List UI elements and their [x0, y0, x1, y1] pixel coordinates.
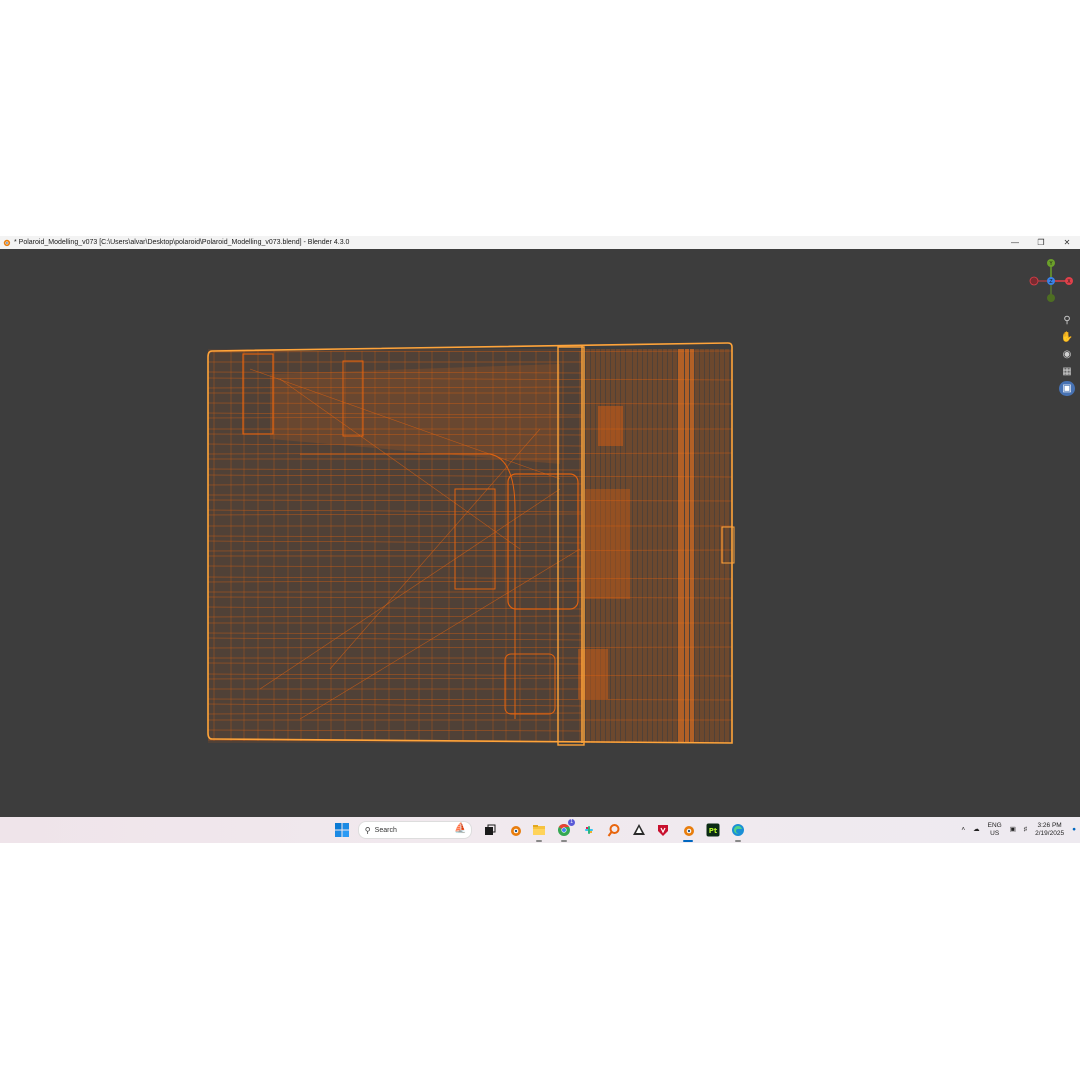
gizmo-z-label: Z: [1049, 279, 1053, 285]
blender-window: * Polaroid_Modelling_v073 [C:\Users\alva…: [0, 236, 1080, 817]
valorant-button[interactable]: [654, 821, 672, 839]
file-explorer-icon: [533, 825, 546, 835]
grid-button[interactable]: ▦: [1059, 364, 1075, 379]
clock-time: 3:26 PM: [1037, 822, 1062, 829]
camera-icon: ◉: [1062, 349, 1072, 360]
minimize-button[interactable]: —: [1002, 236, 1028, 249]
wireframe-model[interactable]: [0, 249, 1080, 817]
search-highlight-icon: ⛵: [454, 823, 467, 834]
window-title: * Polaroid_Modelling_v073 [C:\Users\alva…: [14, 239, 350, 246]
close-button[interactable]: ✕: [1054, 236, 1080, 249]
zbrush-button[interactable]: [605, 821, 623, 839]
pan-button[interactable]: ✋: [1059, 330, 1075, 345]
start-button[interactable]: [333, 821, 351, 839]
language-code: ENG: [987, 822, 1002, 829]
notification-bell-icon[interactable]: ●: [1072, 826, 1076, 834]
blender-taskbar-button[interactable]: [506, 821, 524, 839]
slack-button[interactable]: [580, 821, 598, 839]
svg-text:Pt: Pt: [709, 827, 718, 835]
volume-icon[interactable]: ♯: [1024, 826, 1027, 834]
system-tray: ˄ ☁ ENG US ▣ ♯ 3:26 PM 2/19/2025 ●: [957, 817, 1080, 843]
blender-icon: [510, 826, 521, 836]
network-icon[interactable]: ▣: [1010, 826, 1016, 834]
slack-icon: [584, 826, 593, 834]
app-running-indicator: [536, 840, 543, 842]
gizmo-neg-y-axis[interactable]: [1047, 294, 1055, 302]
valorant-icon: [658, 825, 669, 836]
app-active-indicator: [683, 840, 694, 842]
clock[interactable]: 3:26 PM 2/19/2025: [1035, 822, 1064, 838]
title-bar[interactable]: * Polaroid_Modelling_v073 [C:\Users\alva…: [0, 236, 1080, 249]
grid-icon: ▦: [1062, 366, 1072, 377]
keyboard-layout: US: [990, 830, 1000, 837]
edge-icon: [731, 824, 744, 836]
substance-painter-icon: Pt: [706, 823, 720, 837]
restore-button[interactable]: ❐: [1028, 236, 1054, 249]
gizmo-x-label: X: [1067, 279, 1071, 285]
inkscape-button[interactable]: [630, 821, 648, 839]
3d-viewport[interactable]: Y X Z ⚲ ✋ ◉ ▦ ▣: [0, 249, 1080, 817]
app-running-indicator: [561, 840, 568, 842]
blender-logo-icon: [3, 239, 11, 247]
zoom-button[interactable]: ⚲: [1059, 313, 1075, 328]
notification-badge: 1: [568, 819, 576, 826]
edge-button[interactable]: [729, 821, 747, 842]
gizmo-neg-x-axis[interactable]: [1029, 276, 1039, 286]
task-view-button[interactable]: [481, 821, 499, 839]
task-view-icon: [484, 824, 496, 835]
navigation-tools: ⚲ ✋ ◉ ▦ ▣: [1059, 313, 1075, 398]
restore-icon: ❐: [1037, 238, 1045, 247]
inkscape-icon: [632, 824, 645, 835]
pan-hand-icon: ✋: [1060, 332, 1074, 343]
onedrive-icon[interactable]: ☁: [973, 826, 980, 834]
windows-taskbar: ⚲ Search ⛵ 1 Pt ˄ ☁ ENG US ▣ ♯ 3:26 PM 2…: [0, 817, 1080, 843]
minimize-icon: —: [1011, 238, 1019, 247]
zoom-icon: ⚲: [1063, 315, 1071, 326]
chevron-up-icon[interactable]: ˄: [961, 826, 965, 834]
clock-date: 2/19/2025: [1035, 830, 1065, 837]
start-icon: [335, 823, 349, 837]
language-indicator[interactable]: ENG US: [988, 822, 1002, 838]
navigation-gizmo[interactable]: Y X Z: [1026, 253, 1076, 309]
search-box[interactable]: ⚲ Search ⛵: [357, 821, 472, 839]
file-explorer-button[interactable]: [530, 821, 548, 842]
app-running-indicator: [734, 840, 741, 842]
search-placeholder: Search: [374, 826, 397, 834]
blender-active-button[interactable]: [679, 821, 697, 842]
substance-painter-button[interactable]: Pt: [704, 821, 722, 839]
search-icon: ⚲: [364, 825, 371, 835]
zbrush-icon: [607, 824, 620, 837]
close-icon: ✕: [1063, 238, 1071, 247]
perspective-toggle-icon: ▣: [1062, 383, 1072, 394]
perspective-toggle-button[interactable]: ▣: [1059, 381, 1075, 396]
chrome-button[interactable]: 1: [555, 819, 576, 842]
blender-icon: [684, 826, 695, 836]
camera-view-button[interactable]: ◉: [1059, 347, 1075, 362]
